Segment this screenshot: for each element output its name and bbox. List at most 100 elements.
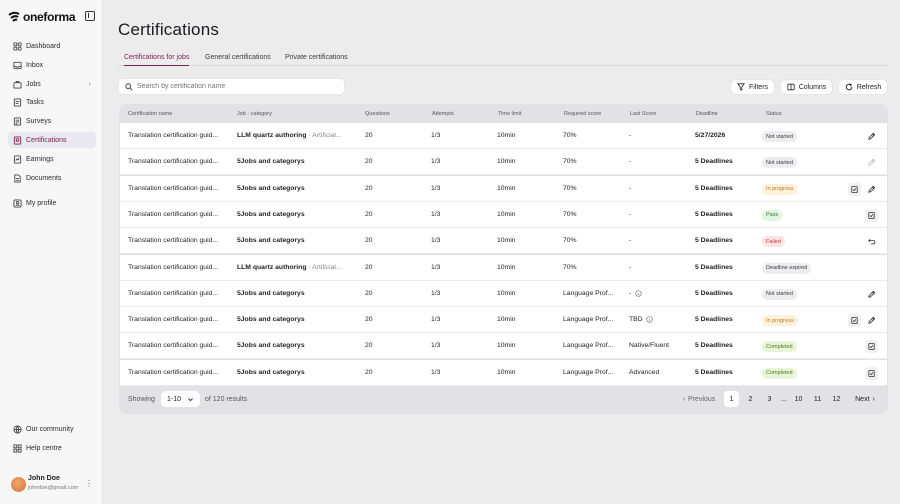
- page-button[interactable]: 12: [829, 391, 844, 407]
- column-header[interactable]: Job · category: [237, 111, 272, 117]
- previous-button[interactable]: ‹ Previous: [679, 391, 719, 407]
- chevron-right-icon: ›: [872, 395, 875, 403]
- sidebar-item-tasks[interactable]: Tasks: [8, 94, 96, 110]
- column-header[interactable]: Questions: [365, 111, 390, 117]
- edit-icon[interactable]: [865, 288, 878, 301]
- status-badge: Deadline expired: [762, 262, 812, 274]
- column-header[interactable]: Attempts: [432, 111, 454, 117]
- review-icon[interactable]: [848, 182, 861, 196]
- user-menu[interactable]: John Doe johndoe@gmail.com ⋮: [11, 474, 97, 496]
- table-row[interactable]: Translation certification guid... 5Jobs a…: [120, 333, 887, 360]
- questions-count: 20: [365, 158, 373, 166]
- edit-icon[interactable]: [865, 130, 878, 143]
- edit-icon: [865, 156, 878, 169]
- sidebar-item-documents[interactable]: Documents: [8, 170, 96, 186]
- previous-label: Previous: [688, 395, 716, 403]
- sidebar-item-surveys[interactable]: Surveys: [8, 113, 96, 129]
- deadline: 5/27/2026: [695, 132, 726, 139]
- search-box[interactable]: [118, 78, 345, 95]
- review-icon[interactable]: [865, 366, 878, 380]
- briefcase-icon: [13, 80, 22, 89]
- job-name: 5Jobs and categorys: [237, 237, 305, 245]
- pagination-bar: Showing 1-10 of 120 results ‹ Previous 12…: [119, 386, 888, 414]
- table-row[interactable]: Translation certification guid... 5Jobs a…: [120, 228, 887, 255]
- brand-logo[interactable]: oneforma: [8, 10, 76, 24]
- info-icon[interactable]: [635, 290, 642, 299]
- pagination-ellipsis: ...: [781, 395, 787, 403]
- sidebar-item-our-community[interactable]: Our community: [8, 421, 96, 437]
- review-icon[interactable]: [865, 340, 878, 354]
- table-row[interactable]: Translation certification guid... 5Jobs a…: [120, 359, 887, 386]
- column-header[interactable]: Deadline: [696, 111, 718, 117]
- sidebar-item-help-centre[interactable]: Help centre: [8, 440, 96, 456]
- certification-name: Translation certification guid...: [128, 263, 219, 271]
- job-category: 5Jobs and categorys: [237, 185, 347, 192]
- attempts-count: 1/3: [431, 342, 441, 350]
- edit-icon[interactable]: [865, 314, 878, 327]
- table-row[interactable]: Translation certification guid... LLM qua…: [120, 254, 887, 281]
- sidebar-item-dashboard[interactable]: Dashboard: [8, 38, 96, 54]
- brand-name: oneforma: [23, 10, 76, 24]
- column-header[interactable]: Status: [766, 111, 782, 117]
- job-category: 5Jobs and categorys: [237, 342, 347, 349]
- column-header[interactable]: Certification name: [128, 111, 172, 117]
- table-row[interactable]: Translation certification guid... 5Jobs a…: [120, 149, 887, 176]
- chevron-down-icon: [188, 397, 193, 401]
- last-score: TBD: [629, 316, 643, 324]
- job-name: 5Jobs and categorys: [237, 368, 305, 376]
- next-button[interactable]: Next ›: [852, 391, 878, 407]
- inbox-icon: [13, 61, 22, 70]
- sidebar-collapse-icon[interactable]: [85, 11, 95, 21]
- page-button[interactable]: 3: [762, 391, 777, 407]
- table-row[interactable]: Translation certification guid... 5Jobs a…: [120, 307, 887, 334]
- table-row[interactable]: Translation certification guid... 5Jobs a…: [120, 280, 887, 307]
- edit-icon[interactable]: [865, 183, 878, 196]
- attempts-count: 1/3: [431, 263, 441, 271]
- page-button[interactable]: 10: [791, 391, 806, 407]
- tab-certifications-for-jobs[interactable]: Certifications for jobs: [124, 54, 190, 66]
- required-score: Language Prof...: [563, 368, 614, 376]
- tab-private-certifications[interactable]: Private certifications: [285, 54, 348, 61]
- refresh-button[interactable]: Refresh: [838, 79, 888, 95]
- sidebar-item-label: Help centre: [26, 444, 62, 452]
- last-score: -: [629, 289, 632, 297]
- table-row[interactable]: Translation certification guid... LLM qua…: [120, 123, 887, 149]
- column-header[interactable]: Required score: [564, 111, 601, 117]
- deadline: 5 Deadlines: [695, 263, 733, 271]
- sidebar-item-inbox[interactable]: Inbox: [8, 57, 96, 73]
- job-name: 5Jobs and categorys: [237, 316, 305, 324]
- table-row[interactable]: Translation certification guid... 5Jobs a…: [120, 201, 887, 228]
- review-icon[interactable]: [848, 314, 861, 328]
- column-header[interactable]: Last Score: [630, 111, 656, 117]
- deadline: 5 Deadlines: [695, 210, 733, 218]
- page-button[interactable]: 11: [810, 391, 825, 407]
- page-button[interactable]: 2: [743, 391, 758, 407]
- sidebar-item-jobs[interactable]: Jobs ›: [8, 76, 96, 92]
- status-badge: Not started: [762, 131, 797, 142]
- questions-count: 20: [365, 237, 373, 245]
- search-input[interactable]: [137, 83, 327, 90]
- tab-general-certifications[interactable]: General certifications: [205, 54, 271, 61]
- filters-button[interactable]: Filters: [730, 79, 775, 95]
- column-header[interactable]: Time limit: [498, 111, 521, 117]
- deadline: 5 Deadlines: [695, 342, 733, 350]
- next-label: Next: [855, 395, 870, 403]
- user-email: johndoe@gmail.com: [28, 485, 79, 491]
- page-size-select[interactable]: 1-10: [161, 391, 200, 407]
- sidebar-item-label: Documents: [26, 174, 62, 182]
- table-row[interactable]: Translation certification guid... 5Jobs a…: [120, 175, 887, 202]
- certification-name: Translation certification guid...: [128, 342, 219, 350]
- more-vertical-icon[interactable]: ⋮: [85, 479, 93, 488]
- info-icon[interactable]: [646, 316, 653, 325]
- columns-button[interactable]: Columns: [780, 79, 833, 95]
- time-limit: 10min: [497, 132, 516, 139]
- sidebar-item-earnings[interactable]: Earnings: [8, 151, 96, 167]
- deadline: 5 Deadlines: [695, 316, 733, 324]
- oneforma-logo-icon: [8, 11, 20, 22]
- review-icon[interactable]: [865, 208, 878, 222]
- page-button[interactable]: 1: [724, 391, 739, 407]
- sidebar-item-my-profile[interactable]: My profile: [8, 195, 96, 211]
- retry-icon[interactable]: [865, 235, 878, 248]
- questions-count: 20: [365, 342, 373, 350]
- sidebar-item-certifications[interactable]: Certifications: [8, 132, 96, 148]
